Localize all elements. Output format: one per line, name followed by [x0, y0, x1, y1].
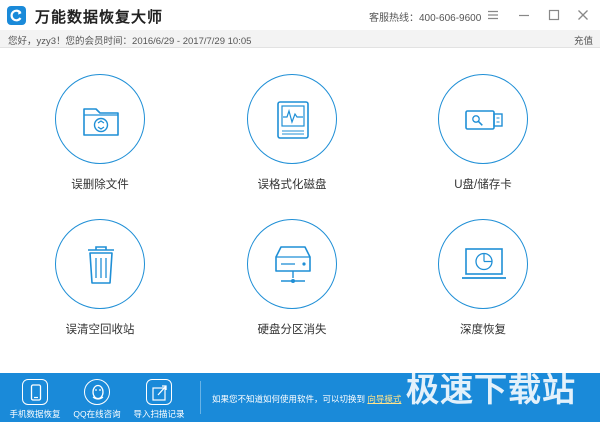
- mode-switch-text: 如果您不知道如何使用软件，可以切换到: [212, 394, 366, 404]
- feature-partition-lost[interactable]: 硬盘分区消失: [227, 219, 357, 349]
- usb-drive-icon: [438, 74, 528, 164]
- maximize-icon[interactable]: [546, 7, 562, 23]
- import-scan-button[interactable]: 导入扫描记录: [124, 373, 194, 422]
- recharge-link[interactable]: 充值: [574, 33, 593, 47]
- mode-switch-tip: 如果您不知道如何使用软件，可以切换到 向导模式: [212, 393, 401, 405]
- formatted-disk-icon: [247, 74, 337, 164]
- phone-icon: [22, 379, 48, 405]
- bottom-divider: [200, 381, 201, 414]
- hard-disk-partition-icon: [247, 219, 337, 309]
- feature-label: 硬盘分区消失: [257, 324, 327, 336]
- deleted-folder-icon: [55, 74, 145, 164]
- minimize-icon[interactable]: [516, 7, 532, 23]
- bottom-item-label: QQ在线咨询: [73, 409, 121, 419]
- qq-consult-button[interactable]: QQ在线咨询: [62, 373, 132, 422]
- feature-label: 误删除文件: [71, 179, 129, 191]
- menu-icon[interactable]: [485, 7, 501, 23]
- title-bar: 万能数据恢复大师 客服热线：400-606-9600: [0, 0, 600, 30]
- feature-label: 深度恢复: [460, 324, 506, 336]
- bottom-item-label: 手机数据恢复: [9, 409, 61, 419]
- feature-label: 误清空回收站: [65, 324, 135, 336]
- feature-formatted-disk[interactable]: 误格式化磁盘: [227, 74, 357, 204]
- site-watermark: 极速下载站: [406, 370, 576, 409]
- feature-deep-recovery[interactable]: 深度恢复: [418, 219, 548, 349]
- close-icon[interactable]: [575, 7, 591, 23]
- hotline-text: 客服热线：400-606-9600: [369, 13, 482, 24]
- member-info-bar: 您好，yzy3！您的会员时间：2016/6/29 - 2017/7/29 10:…: [0, 30, 600, 48]
- app-logo-icon: [7, 6, 26, 25]
- feature-deleted-files[interactable]: 误删除文件: [35, 74, 165, 204]
- recycle-bin-icon: [55, 219, 145, 309]
- feature-label: U盘/储存卡: [454, 179, 512, 191]
- phone-recovery-button[interactable]: 手机数据恢复: [0, 373, 70, 422]
- member-greeting: 您好，yzy3！您的会员时间：2016/6/29 - 2017/7/29 10:…: [8, 36, 252, 47]
- app-title: 万能数据恢复大师: [35, 9, 164, 26]
- deep-scan-monitor-icon: [438, 219, 528, 309]
- guide-mode-link[interactable]: 向导模式: [367, 394, 401, 404]
- bottom-item-label: 导入扫描记录: [133, 409, 185, 419]
- feature-label: 误格式化磁盘: [257, 179, 327, 191]
- feature-usb-card[interactable]: U盘/储存卡: [418, 74, 548, 204]
- qq-penguin-icon: [84, 379, 110, 405]
- feature-recycle-bin[interactable]: 误清空回收站: [35, 219, 165, 349]
- import-icon: [146, 379, 172, 405]
